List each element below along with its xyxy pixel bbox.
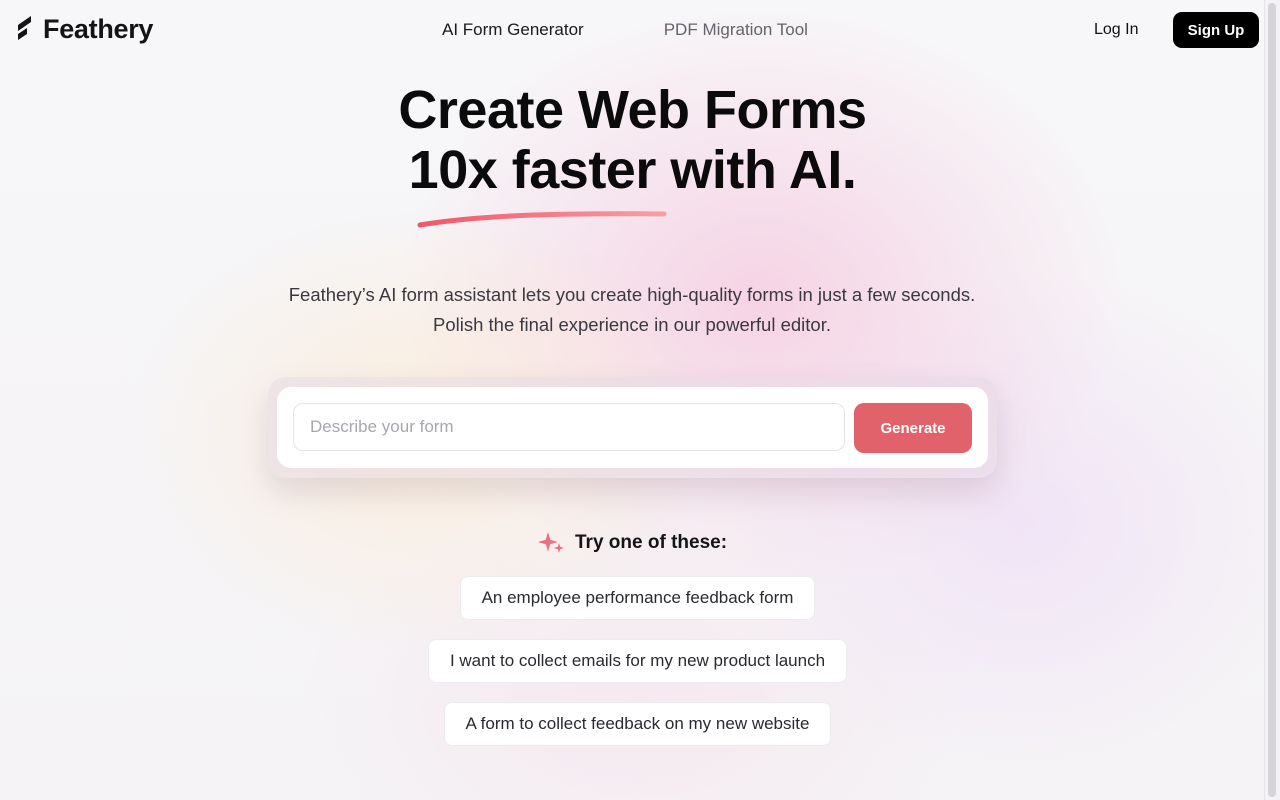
suggestion-chip[interactable]: I want to collect emails for my new prod…	[428, 639, 847, 683]
sparkle-icon	[538, 532, 564, 553]
suggestions-heading-text: Try one of these:	[575, 532, 728, 553]
describe-form-input[interactable]	[293, 403, 845, 451]
feather-logo-icon	[18, 16, 31, 40]
page-title: Create Web Forms 10x faster with AI.	[0, 80, 1265, 200]
suggestion-chip[interactable]: A form to collect feedback on my new web…	[444, 702, 831, 746]
nav-ai-form-generator[interactable]: AI Form Generator	[442, 19, 584, 41]
brand-name: Feathery	[43, 14, 154, 44]
top-navigation: Feathery AI Form Generator PDF Migration…	[0, 0, 1265, 60]
suggestions-heading: Try one of these:	[538, 530, 727, 556]
suggestion-chip[interactable]: An employee performance feedback form	[460, 576, 815, 620]
hero-section: Create Web Forms 10x faster with AI. Fea…	[0, 80, 1265, 335]
signup-button[interactable]: Sign Up	[1173, 12, 1259, 48]
hero-subtitle: Feathery’s AI form assistant lets you cr…	[288, 284, 976, 335]
main-nav: AI Form Generator PDF Migration Tool	[442, 19, 808, 41]
brand-logo[interactable]: Feathery	[15, 12, 153, 46]
brush-underline	[417, 211, 667, 228]
generate-button[interactable]: Generate	[854, 403, 972, 453]
form-generator-card: Generate	[277, 387, 988, 468]
login-link[interactable]: Log In	[1094, 19, 1138, 41]
scrollbar-thumb[interactable]	[1268, 3, 1276, 797]
nav-pdf-migration-tool[interactable]: PDF Migration Tool	[664, 19, 808, 41]
title-line-1: Create Web Forms	[398, 80, 867, 140]
title-line-2: 10x faster with AI.	[408, 140, 857, 200]
page-scrollbar[interactable]	[1264, 0, 1280, 800]
